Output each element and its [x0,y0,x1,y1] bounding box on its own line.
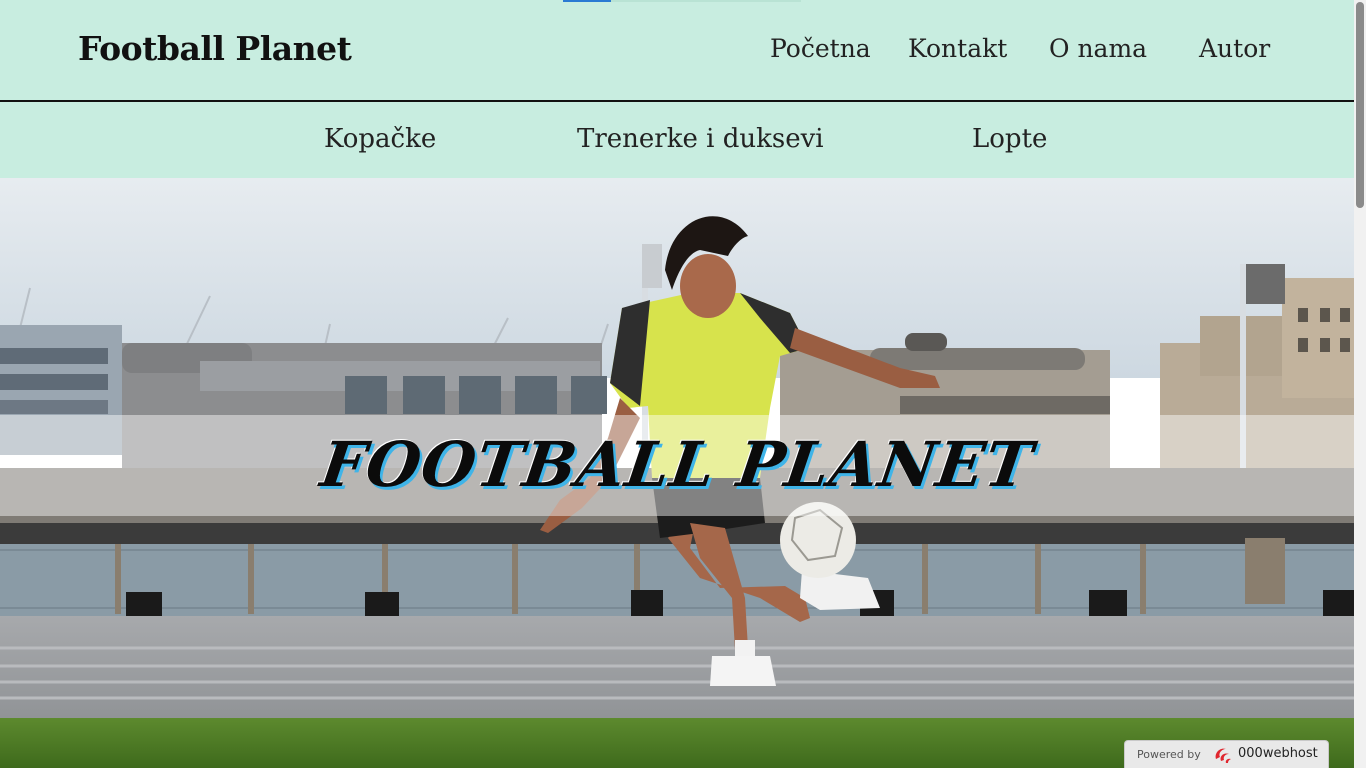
nav-link-autor[interactable]: Autor [1199,34,1270,63]
hero-title: FOOTBALL PLANET [316,428,1038,501]
vertical-scrollbar[interactable] [1354,0,1366,768]
category-link-lopte[interactable]: Lopte [972,124,1047,154]
badge-name: 000webhost [1238,746,1318,761]
badge-prefix: Powered by [1137,748,1201,761]
loading-track [611,0,801,2]
site-brand[interactable]: Football Planet [78,29,352,68]
nav-link-pocetna[interactable]: Početna [770,34,871,63]
nav-link-kontakt[interactable]: Kontakt [908,34,1007,63]
powered-by-badge[interactable]: Powered by 000webhost [1124,740,1329,768]
category-link-kopacke[interactable]: Kopačke [324,124,436,154]
page: Football Planet Početna Kontakt O nama A… [0,0,1354,768]
category-link-trenerke[interactable]: Trenerke i duksevi [577,124,824,154]
nav-link-o-nama[interactable]: O nama [1049,34,1147,63]
scrollbar-thumb[interactable] [1356,2,1364,208]
webhost-logo-icon [1215,748,1231,763]
top-navbar: Football Planet Početna Kontakt O nama A… [0,0,1354,100]
loading-indicator [563,0,611,2]
hero-banner: FOOTBALL PLANET [0,178,1354,768]
